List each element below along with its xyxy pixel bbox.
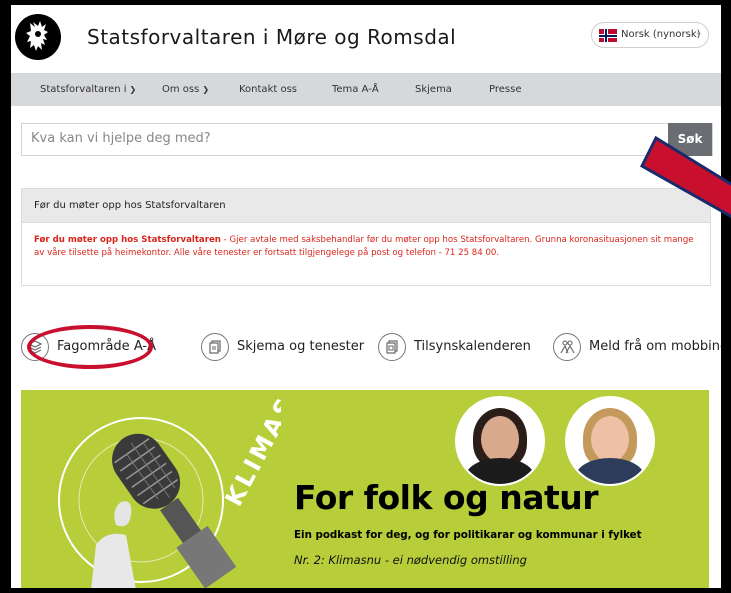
site-header: Statsforvaltaren i Møre og Romsdal Norsk… xyxy=(11,5,721,73)
banner-title: For folk og natur xyxy=(294,478,599,517)
chevron-down-icon: ❯ xyxy=(129,85,137,94)
notice-body: Før du møter opp hos Statsforvaltaren - … xyxy=(34,234,702,260)
banner-subtitle: Ein podkast for deg, og for politikarar … xyxy=(294,529,642,541)
nav-item-statsforvaltaren[interactable]: Statsforvaltaren i ❯ xyxy=(40,84,136,95)
site-title[interactable]: Statsforvaltaren i Møre og Romsdal xyxy=(87,25,456,49)
browser-viewport: Statsforvaltaren i Møre og Romsdal Norsk… xyxy=(11,5,721,588)
notice-title: Før du møter opp hos Statsforvaltaren xyxy=(34,200,226,211)
host-photo-1 xyxy=(455,396,545,486)
language-selector[interactable]: Norsk (nynorsk) ⌄ xyxy=(591,22,709,48)
calendar-documents-icon xyxy=(378,333,406,361)
norwegian-lion-icon[interactable] xyxy=(15,14,61,60)
notice-body-lead: Før du møter opp hos Statsforvaltaren xyxy=(34,235,221,245)
banner-episode: Nr. 2: Klimasnu - ei nødvendig omstillin… xyxy=(294,553,527,567)
highlight-oval-annotation xyxy=(27,325,153,369)
chevron-down-icon: ⌄ xyxy=(695,28,703,38)
people-icon xyxy=(553,333,581,361)
nav-item-skjema[interactable]: Skjema xyxy=(415,84,452,95)
norway-flag-icon xyxy=(599,29,617,42)
quick-link-label: Skjema og tenester xyxy=(237,339,365,354)
host-photo-2 xyxy=(565,396,655,486)
notice-header: Før du møter opp hos Statsforvaltaren xyxy=(22,189,710,223)
nav-item-tema-a-aa[interactable]: Tema A-Å xyxy=(332,84,379,95)
language-label: Norsk (nynorsk) xyxy=(621,29,701,40)
klimasnu-art-text: KLIMASNU xyxy=(220,390,281,511)
quick-link-label: Meld frå om mobbing xyxy=(589,339,721,354)
nav-item-om-oss[interactable]: Om oss ❯ xyxy=(162,84,209,95)
nav-item-presse[interactable]: Presse xyxy=(489,84,521,95)
podcast-banner[interactable]: KLIMASNU For folk og natur Ein podkast f… xyxy=(21,390,709,588)
nav-item-kontakt-oss[interactable]: Kontakt oss xyxy=(239,84,297,95)
search-input[interactable] xyxy=(22,124,671,153)
microphone-illustration: KLIMASNU xyxy=(58,390,281,588)
search-bar: Søk xyxy=(21,123,713,156)
main-nav: Statsforvaltaren i ❯ Om oss ❯ Kontakt oss … xyxy=(11,73,721,106)
red-arrow-annotation xyxy=(640,135,731,218)
notice-box: Før du møter opp hos Statsforvaltaren Fø… xyxy=(21,188,711,286)
quick-link-label: Tilsynskalenderen xyxy=(414,339,531,354)
chevron-down-icon: ❯ xyxy=(202,85,210,94)
documents-icon xyxy=(201,333,229,361)
